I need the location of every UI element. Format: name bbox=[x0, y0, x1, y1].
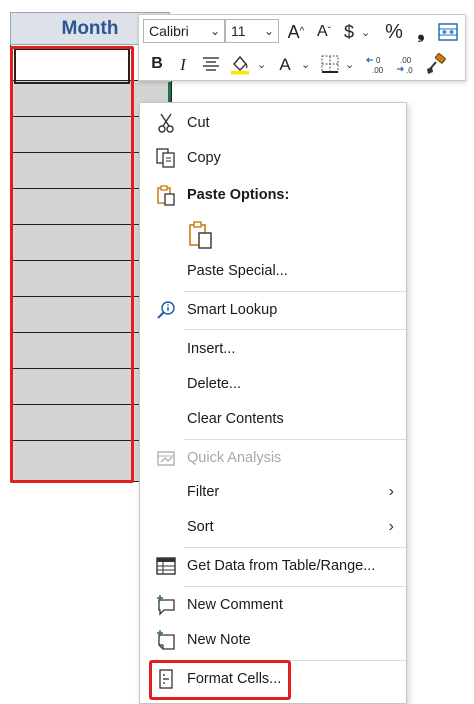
caret-down-icon: ˇ bbox=[327, 26, 331, 37]
font-size-dropdown[interactable]: 11 ⌄ bbox=[225, 19, 279, 43]
menu-item-label: New Comment bbox=[187, 597, 283, 613]
font-color-button[interactable]: A bbox=[275, 52, 295, 76]
menu-item-label: Insert... bbox=[187, 341, 236, 357]
paint-bucket-icon bbox=[231, 55, 249, 75]
decrease-decimal-icon: .00 .0 bbox=[397, 56, 413, 75]
merge-center-button[interactable] bbox=[437, 21, 459, 43]
comma-style-button[interactable]: ❟ bbox=[413, 21, 429, 43]
align-center-button[interactable] bbox=[201, 53, 221, 75]
borders-icon bbox=[321, 55, 339, 73]
menu-separator bbox=[184, 439, 406, 440]
merge-center-icon bbox=[438, 23, 458, 41]
format-cells-highlight-box bbox=[149, 660, 291, 700]
copy-icon bbox=[154, 146, 178, 170]
svg-text:0: 0 bbox=[376, 56, 381, 65]
smart-lookup-icon bbox=[154, 298, 178, 322]
column-header-label: Month bbox=[61, 17, 119, 39]
font-name-value: Calibri bbox=[149, 23, 189, 39]
menu-item-new-note[interactable]: New Note bbox=[140, 625, 406, 655]
menu-item-get-data[interactable]: Get Data from Table/Range... bbox=[140, 551, 406, 581]
menu-item-sort[interactable]: Sort › bbox=[140, 512, 406, 542]
menu-item-delete[interactable]: Delete... bbox=[140, 369, 406, 399]
clipboard-icon bbox=[154, 183, 178, 207]
menu-item-label: Get Data from Table/Range... bbox=[187, 558, 376, 574]
scissors-icon bbox=[154, 111, 178, 135]
increase-decimal-icon: 0 .00 bbox=[366, 56, 384, 75]
menu-item-label: Copy bbox=[187, 150, 221, 166]
menu-item-new-comment[interactable]: New Comment bbox=[140, 590, 406, 620]
menu-item-copy[interactable]: Copy bbox=[140, 143, 406, 173]
currency-glyph: $ bbox=[343, 22, 354, 42]
grow-font-glyph: A bbox=[287, 22, 300, 42]
menu-item-label: New Note bbox=[187, 632, 251, 648]
font-color-glyph: A bbox=[279, 54, 291, 74]
mini-toolbar: Calibri ⌄ 11 ⌄ A ^ Aˇ $ ⌄ % ❟ B I ⌄ A ⌄ … bbox=[138, 14, 466, 81]
menu-item-label: Delete... bbox=[187, 376, 241, 392]
caret-up-icon: ^ bbox=[299, 26, 305, 37]
menu-separator bbox=[184, 291, 406, 292]
menu-item-label: Cut bbox=[187, 115, 210, 131]
chevron-down-icon[interactable]: ⌄ bbox=[257, 58, 266, 71]
italic-glyph: I bbox=[180, 54, 186, 74]
new-comment-icon bbox=[154, 593, 178, 617]
italic-button[interactable]: I bbox=[175, 53, 191, 75]
paste-option-keep-source[interactable] bbox=[140, 217, 406, 253]
font-name-dropdown[interactable]: Calibri ⌄ bbox=[143, 19, 225, 43]
selection-edge-marker bbox=[168, 82, 171, 104]
borders-button[interactable] bbox=[319, 53, 341, 75]
menu-item-label: Quick Analysis bbox=[187, 450, 282, 466]
chevron-right-icon: › bbox=[388, 518, 394, 535]
font-size-value: 11 bbox=[231, 23, 246, 39]
bold-button[interactable]: B bbox=[149, 53, 165, 75]
new-note-icon bbox=[154, 628, 178, 652]
menu-item-smart-lookup[interactable]: Smart Lookup bbox=[140, 295, 406, 325]
menu-item-insert[interactable]: Insert... bbox=[140, 334, 406, 364]
fill-color-button[interactable] bbox=[229, 52, 251, 76]
menu-item-label: Paste Options: bbox=[187, 187, 290, 203]
menu-item-filter[interactable]: Filter › bbox=[140, 477, 406, 507]
menu-item-label: Paste Special... bbox=[187, 263, 288, 279]
shrink-font-glyph: A bbox=[316, 23, 328, 40]
align-center-icon bbox=[203, 57, 219, 71]
menu-separator bbox=[184, 329, 406, 330]
paste-icon bbox=[186, 220, 216, 250]
chevron-down-icon[interactable]: ⌄ bbox=[301, 58, 310, 71]
menu-item-label: Smart Lookup bbox=[187, 302, 278, 318]
chevron-down-icon[interactable]: ⌄ bbox=[345, 58, 354, 71]
context-menu: Cut Copy Paste Options: Paste Special...… bbox=[139, 102, 407, 704]
menu-item-paste-options: Paste Options: bbox=[140, 180, 406, 210]
quick-analysis-icon bbox=[154, 446, 178, 470]
currency-format-button[interactable]: $ bbox=[341, 21, 357, 43]
table-icon bbox=[154, 554, 178, 578]
menu-item-label: Clear Contents bbox=[187, 411, 284, 427]
decrease-decimal-button[interactable]: .00 .0 bbox=[393, 53, 421, 77]
menu-item-quick-analysis: Quick Analysis bbox=[140, 443, 406, 473]
menu-item-label: Sort bbox=[187, 519, 214, 535]
format-painter-button[interactable] bbox=[423, 51, 449, 77]
bold-glyph: B bbox=[151, 55, 163, 72]
chevron-down-icon: ⌄ bbox=[209, 24, 220, 38]
decrease-font-size-button[interactable]: Aˇ bbox=[313, 21, 335, 43]
paintbrush-icon bbox=[427, 53, 446, 74]
menu-separator bbox=[184, 547, 406, 548]
chevron-down-icon[interactable]: ⌄ bbox=[361, 26, 370, 39]
svg-text:.00: .00 bbox=[372, 66, 384, 75]
chevron-down-icon: ⌄ bbox=[263, 24, 274, 38]
percent-glyph: % bbox=[385, 21, 403, 43]
menu-item-clear-contents[interactable]: Clear Contents bbox=[140, 404, 406, 434]
menu-item-paste-special[interactable]: Paste Special... bbox=[140, 256, 406, 286]
increase-font-size-button[interactable]: A ^ bbox=[285, 21, 307, 43]
selection-highlight-box bbox=[10, 46, 134, 483]
menu-item-cut[interactable]: Cut bbox=[140, 108, 406, 138]
svg-text:.00: .00 bbox=[400, 56, 412, 65]
increase-decimal-button[interactable]: 0 .00 bbox=[363, 53, 391, 77]
chevron-right-icon: › bbox=[388, 483, 394, 500]
percent-style-button[interactable]: % bbox=[383, 21, 405, 43]
menu-item-label: Filter bbox=[187, 484, 220, 500]
menu-separator bbox=[184, 586, 406, 587]
svg-text:.0: .0 bbox=[406, 66, 413, 75]
comma-style-icon: ❟ bbox=[417, 22, 425, 42]
